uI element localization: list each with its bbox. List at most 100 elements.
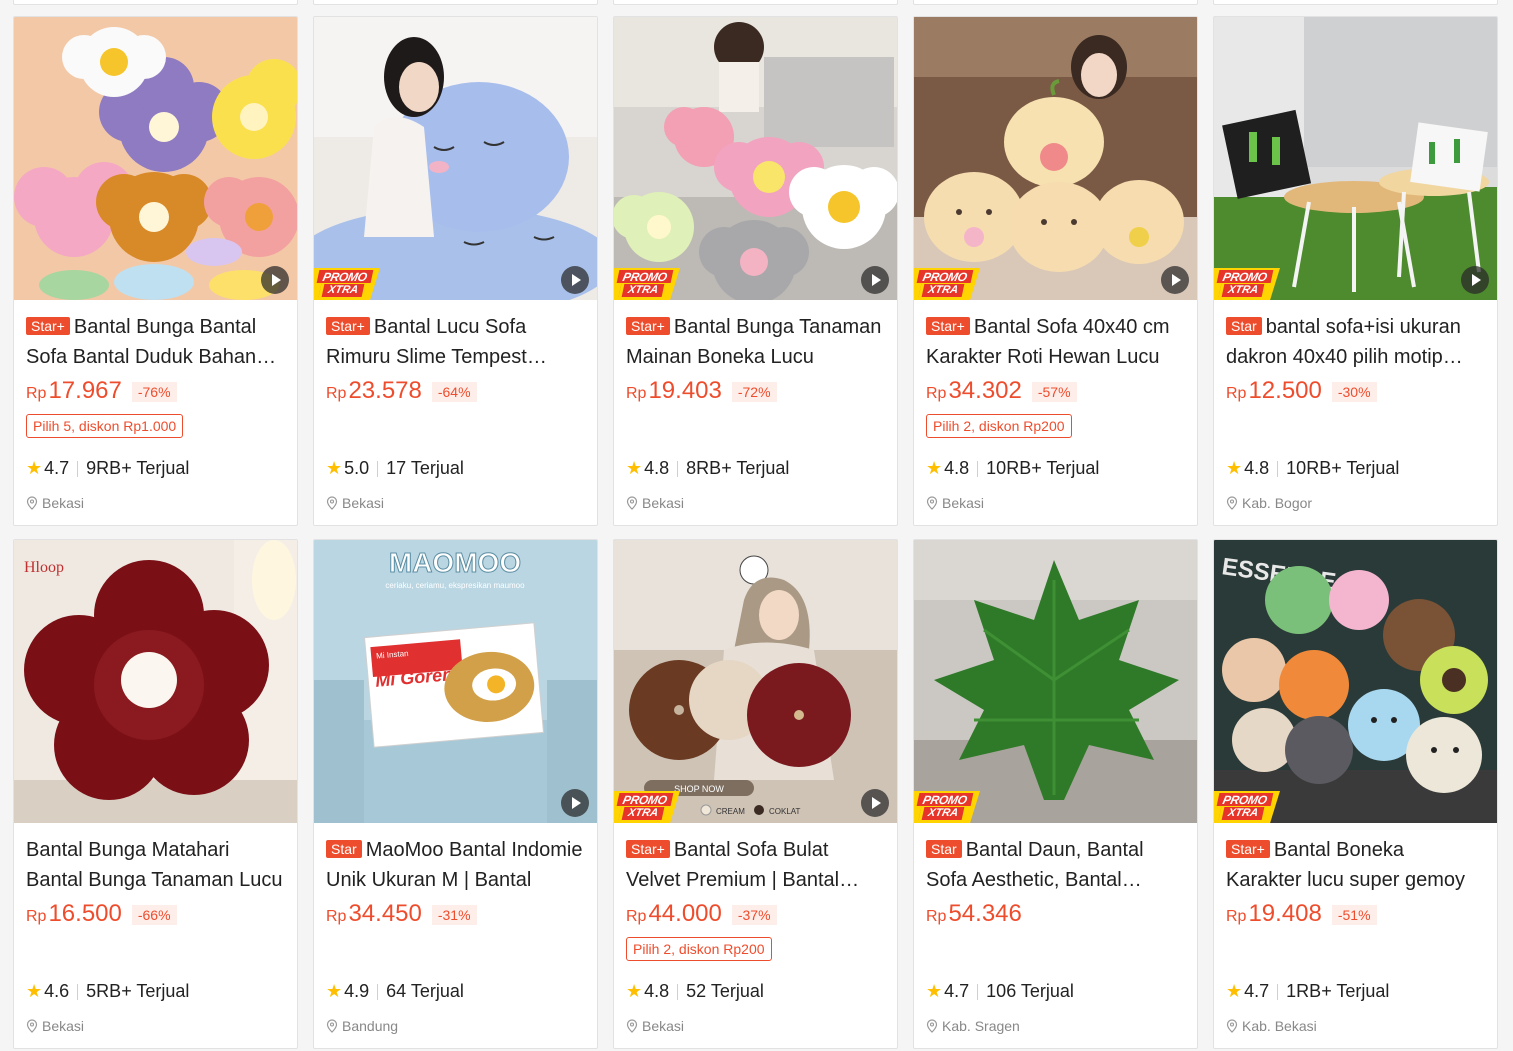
product-price: Rp16.500 — [26, 899, 122, 927]
product-title[interactable]: Star+ Bantal Sofa 40x40 cm Karakter Roti … — [926, 312, 1185, 372]
color-option-coklat: COKLAT — [769, 807, 801, 816]
play-icon[interactable] — [561, 789, 589, 817]
discount-badge: -37% — [731, 905, 777, 925]
product-price: Rp54.346 — [926, 899, 1022, 927]
product-title[interactable]: Star bantal sofa+isi ukuran dakron 40x40 … — [1226, 312, 1485, 372]
product-title[interactable]: Bantal Bunga Matahari Bantal Bunga Tanam… — [26, 835, 285, 895]
product-title[interactable]: Star+ Bantal Lucu Sofa Rimuru Slime Tempe… — [326, 312, 585, 372]
star-seller-badge: Star+ — [326, 317, 370, 335]
star-seller-badge: Star+ — [1226, 840, 1270, 858]
promo-xtra-label: PROMO XTRA — [914, 791, 980, 823]
shop-location: Kab. Bekasi — [1226, 1018, 1317, 1034]
discount-badge: -72% — [731, 382, 777, 402]
product-grid: PROMOXTRA Star+Bantal Bunga Bantal Sofa … — [13, 16, 1498, 1049]
rating-sold-row: ★ 4.9 64 Terjual — [326, 981, 464, 1001]
product-title[interactable]: Star+ Bantal Bunga Bantal Sofa Bantal Dud… — [26, 312, 285, 372]
star-icon: ★ — [1226, 458, 1243, 478]
play-icon[interactable] — [861, 266, 889, 294]
product-image[interactable]: Hloop PROMOXTRA — [14, 540, 297, 823]
bundle-discount-tag: Pilih 2, diskon Rp200 — [926, 414, 1072, 438]
play-icon[interactable] — [861, 789, 889, 817]
rating-sold-row: ★ 4.7 106 Terjual — [926, 981, 1074, 1001]
product-card[interactable]: PROMO XTRA Star+ Bantal Sofa 40x40 cm Kara… — [913, 16, 1198, 526]
product-title[interactable]: Star+ Bantal Sofa Bulat Velvet Premium | … — [626, 835, 885, 895]
shop-location: Bekasi — [26, 495, 84, 511]
discount-badge: -76% — [131, 382, 177, 402]
star-seller-badge: Star+ — [626, 317, 670, 335]
star-icon: ★ — [926, 981, 943, 1001]
location-pin-icon — [626, 1019, 638, 1033]
star-icon: ★ — [1226, 981, 1243, 1001]
rating-sold-row: ★ 4.8 10RB+ Terjual — [926, 458, 1100, 478]
product-image[interactable]: MAOMOO ceriaku, ceriamu, ekspresikan mau… — [314, 540, 597, 823]
product-image[interactable]: ESSENCE PROMOXTRA — [1214, 540, 1497, 823]
play-icon[interactable] — [261, 266, 289, 294]
location-pin-icon — [326, 1019, 338, 1033]
product-card[interactable]: ESSENCE PROMOXTRA Star+Bantal Boneka Kar… — [1213, 539, 1498, 1049]
play-icon[interactable] — [561, 266, 589, 294]
play-icon[interactable] — [1461, 266, 1489, 294]
product-card[interactable]: MAOMOO ceriaku, ceriamu, ekspresikan mau… — [313, 539, 598, 1049]
product-price: Rp17.967 — [26, 376, 122, 404]
star-seller-badge: Star — [1226, 317, 1262, 335]
rating-sold-row: ★ 4.8 52 Terjual — [626, 981, 764, 1001]
product-title[interactable]: Star MaoMoo Bantal Indomie Unik Ukuran M … — [326, 835, 585, 895]
product-card[interactable]: PROMO XTRA Star+ Bantal Lucu Sofa Rimuru S… — [313, 16, 598, 526]
hloop-logo: Hloop — [24, 559, 64, 576]
star-icon: ★ — [326, 981, 343, 1001]
star-seller-badge: Star+ — [626, 840, 670, 858]
product-card[interactable]: SHOP NOW CREAM COKLAT PROMO XTRA Star+ Ban… — [613, 539, 898, 1049]
product-card[interactable]: PROMO XTRA Star+ Bantal Bunga Tanaman Main… — [613, 16, 898, 526]
product-price: Rp34.302 — [926, 376, 1022, 404]
promo-xtra-label: PROMO XTRA — [914, 268, 980, 300]
discount-badge: -30% — [1331, 382, 1377, 402]
product-image[interactable]: SHOP NOW CREAM COKLAT PROMO XTRA — [614, 540, 897, 823]
product-image[interactable]: PROMOXTRA — [1214, 17, 1497, 300]
bundle-discount-tag: Pilih 2, diskon Rp200 — [626, 937, 772, 961]
promo-xtra-label: PROMO XTRA — [314, 268, 380, 300]
bundle-discount-tag: Pilih 5, diskon Rp1.000 — [26, 414, 184, 438]
maomoo-tagline: ceriaku, ceriamu, ekspresikan maumoo — [385, 581, 525, 590]
shop-now-banner: SHOP NOW — [674, 784, 724, 794]
star-seller-badge: Star+ — [26, 317, 70, 335]
promo-xtra-label: PROMO XTRA — [614, 268, 680, 300]
star-seller-badge: Star — [926, 840, 962, 858]
product-title[interactable]: Star+ Bantal Boneka Karakter lucu super g… — [1226, 835, 1485, 895]
product-card[interactable]: PROMO XTRA Star bantal sofa+isi ukuran dak… — [1213, 16, 1498, 526]
color-option-cream: CREAM — [716, 807, 745, 816]
previous-row-edge — [0, 0, 1513, 6]
product-image[interactable]: PROMOXTRA — [914, 17, 1197, 300]
product-title[interactable]: Star+ Bantal Bunga Tanaman Mainan Boneka … — [626, 312, 885, 372]
discount-badge: -57% — [1031, 382, 1077, 402]
star-icon: ★ — [26, 458, 43, 478]
product-title[interactable]: Star Bantal Daun, Bantal Sofa Aesthetic, … — [926, 835, 1185, 895]
product-image[interactable]: PROMOXTRA — [614, 17, 897, 300]
location-pin-icon — [326, 496, 338, 510]
shop-location: Bekasi — [926, 495, 984, 511]
shop-location: Kab. Sragen — [926, 1018, 1020, 1034]
location-pin-icon — [1226, 496, 1238, 510]
maomoo-logo: MAOMOO — [389, 547, 521, 578]
location-pin-icon — [26, 496, 38, 510]
product-card[interactable]: PROMOXTRA Star+Bantal Bunga Bantal Sofa … — [13, 16, 298, 526]
product-price: Rp12.500 — [1226, 376, 1322, 404]
location-pin-icon — [926, 496, 938, 510]
play-icon[interactable] — [1161, 266, 1189, 294]
product-price: Rp34.450 — [326, 899, 422, 927]
discount-badge: -66% — [131, 905, 177, 925]
rating-sold-row: ★ 4.6 5RB+ Terjual — [26, 981, 190, 1001]
product-image[interactable]: PROMOXTRA — [314, 17, 597, 300]
product-card[interactable]: PROMO XTRA Star Bantal Daun, Bantal Sofa A… — [913, 539, 1198, 1049]
shop-location: Kab. Bogor — [1226, 495, 1312, 511]
product-image[interactable]: PROMOXTRA — [14, 17, 297, 300]
location-pin-icon — [1226, 1019, 1238, 1033]
star-seller-badge: Star — [326, 840, 362, 858]
location-pin-icon — [626, 496, 638, 510]
product-image[interactable]: PROMOXTRA — [914, 540, 1197, 823]
star-icon: ★ — [26, 981, 43, 1001]
shop-location: Bekasi — [326, 495, 384, 511]
star-icon: ★ — [926, 458, 943, 478]
product-card[interactable]: Hloop PROMOXTRA Bantal Bunga Matahari Ba… — [13, 539, 298, 1049]
star-icon: ★ — [626, 981, 643, 1001]
shop-location: Bekasi — [626, 495, 684, 511]
